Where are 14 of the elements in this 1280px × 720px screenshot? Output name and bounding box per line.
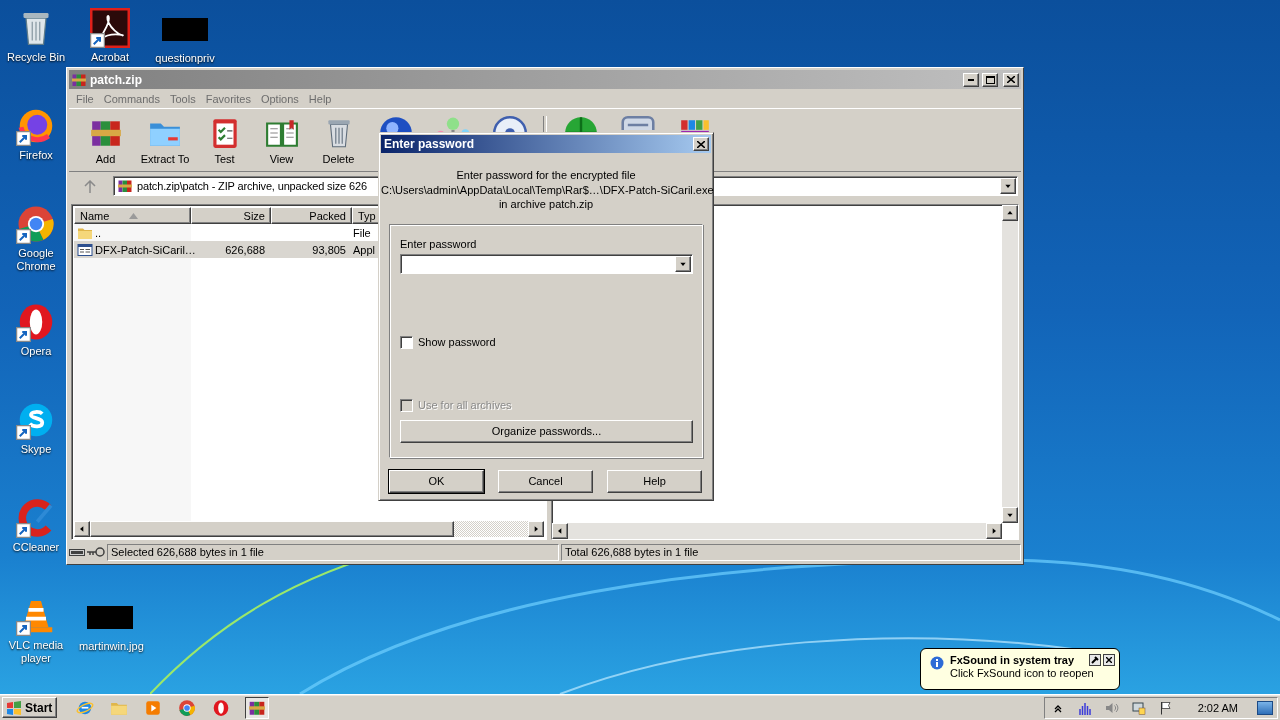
- table-cell: 93,805: [312, 243, 346, 256]
- balloon-text: Click FxSound icon to reopen: [950, 667, 1095, 679]
- checkbox: Use for all archives: [400, 398, 512, 412]
- file-name: DFX-Patch-SiCaril…: [95, 243, 196, 256]
- status-text: Selected 626,688 bytes in 1 file: [107, 543, 559, 561]
- clock: 2:02 AM: [1197, 701, 1238, 714]
- table-cell: 626,688: [225, 243, 265, 256]
- window-title: patch.zip: [90, 72, 143, 87]
- dialog-title: Enter password: [384, 137, 476, 151]
- table-cell: File: [353, 226, 371, 239]
- balloon-title: FxSound in system tray: [950, 654, 1076, 666]
- file-name: ..: [95, 226, 102, 239]
- table-cell: Appl: [353, 243, 376, 256]
- status-text: Total 626,688 bytes in 1 file: [561, 543, 1021, 561]
